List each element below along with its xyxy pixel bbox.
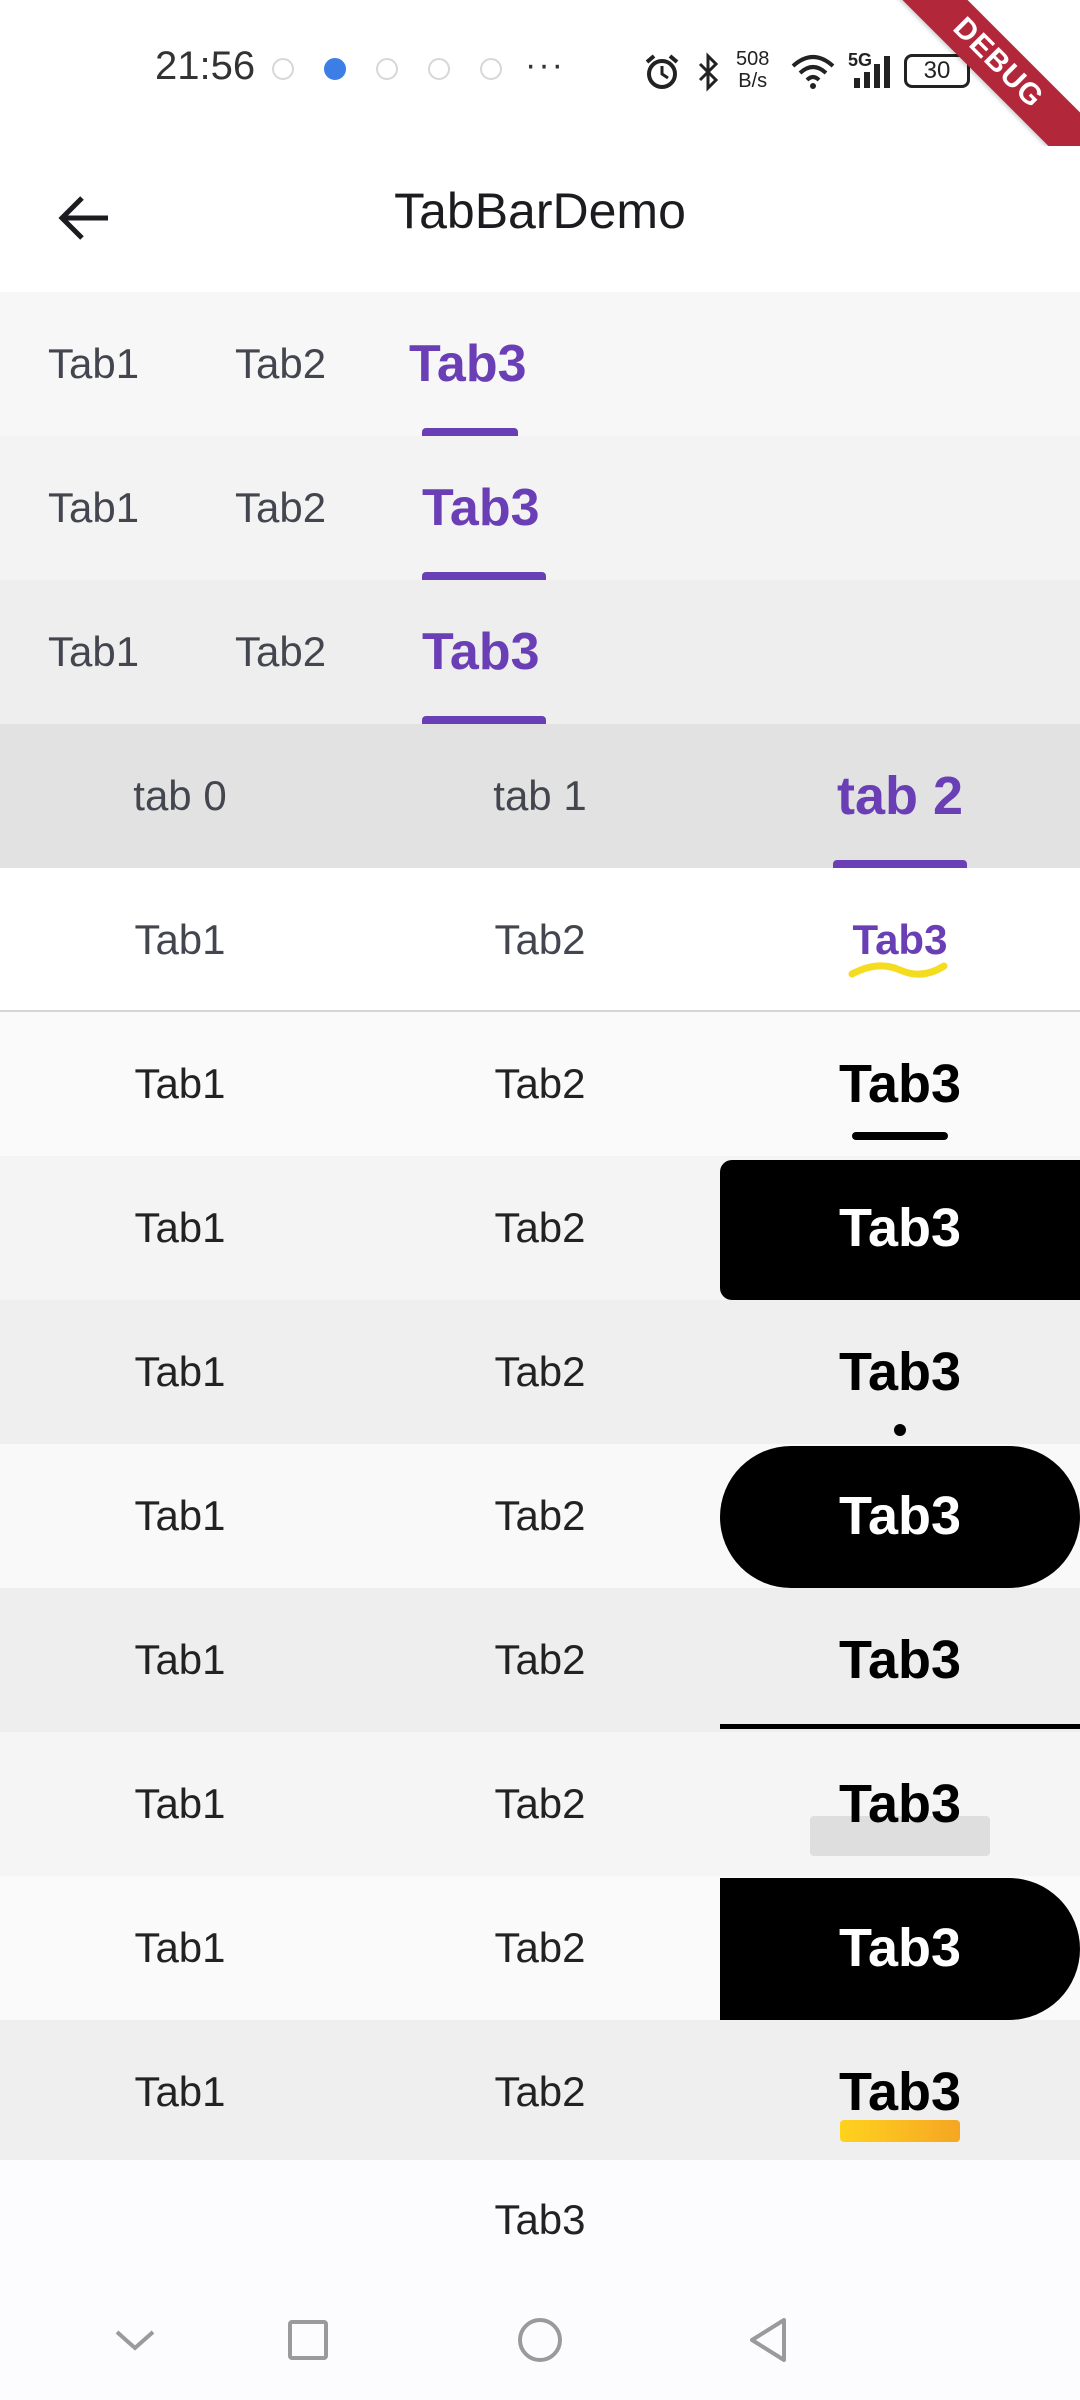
tab-item-selected[interactable]: Tab3 [720,1732,1080,1876]
net-speed: 508 B/s [736,48,769,92]
wifi-icon [791,55,835,89]
tab-item[interactable]: Tab2 [360,1300,720,1444]
tab-item-selected[interactable]: Tab3 [720,1588,1080,1732]
tab-bar-rect-indicator: Tab1 Tab2 Tab3 [0,1156,1080,1300]
tab-item[interactable]: Tab2 [360,1444,720,1588]
tab-item[interactable]: Tab1 [0,1300,360,1444]
circle-icon [518,2318,562,2362]
tab-item-selected[interactable]: Tab3 [720,868,1080,1010]
battery-indicator: 30 [904,54,970,88]
tab-item[interactable]: tab 1 [360,724,720,868]
chevron-down-icon [115,2330,155,2351]
tab-item[interactable]: Tab1 [0,868,360,1010]
gradient-indicator [840,2120,960,2142]
triangle-back-icon [750,2318,786,2362]
tab-item[interactable]: Tab2 [360,1876,720,2020]
tab-item[interactable]: Tab1 [48,580,139,724]
tab-item-selected[interactable]: Tab3 [422,580,540,724]
tab-item[interactable]: Tab2 [360,1588,720,1732]
tab-indicator [422,716,546,724]
tab-bar-fixed: tab 0 tab 1 tab 2 [0,724,1080,868]
nav-recents-button[interactable] [268,2300,348,2380]
notification-icon [376,58,398,80]
tab-item-selected[interactable]: Tab3 [720,1444,1080,1588]
tab-item-selected[interactable]: Tab3 [409,292,527,436]
tab-item[interactable]: Tab1 [48,292,139,436]
tab-indicator [720,1724,1080,1729]
tab-bar-label-indicator: Tab1 Tab2 Tab3 [0,292,1080,436]
net-speed-value: 508 [736,48,770,70]
tab-item[interactable]: Tab2 [235,436,326,580]
tab-item[interactable]: Tab1 [0,1156,360,1300]
app-bar: TabBarDemo [0,146,1080,292]
tab-bar-pill-indicator: Tab1 Tab2 Tab3 [0,1444,1080,1588]
tab-item-selected[interactable]: Tab3 [720,1156,1080,1300]
tab-item[interactable]: Tab1 [0,1012,360,1156]
tab-bar-list: Tab1 Tab2 Tab3 Tab1 Tab2 Tab3 Tab1 Tab2 … [0,292,1080,2164]
page-title: TabBarDemo [394,183,686,239]
bluetooth-icon [698,52,719,92]
tab-item-selected[interactable]: Tab3 [422,436,540,580]
tab-item-selected[interactable]: Tab3 [720,2020,1080,2164]
tab-item[interactable]: Tab2 [360,1156,720,1300]
nav-back-button[interactable] [728,2300,808,2380]
tab-bar-gradient-indicator: Tab1 Tab2 Tab3 [0,2020,1080,2164]
tab-bar-tab-indicator: Tab1 Tab2 Tab3 [0,436,1080,580]
notification-icon [428,58,450,80]
tab-item[interactable]: Tab2 [235,580,326,724]
dot-indicator [894,1424,906,1436]
status-bar: 21:56 ··· 508 B/s 5G 30 DEBUG [0,0,1080,186]
tab-item[interactable]: Tab2 [360,868,720,1010]
status-time: 21:56 [155,44,256,88]
tab-item[interactable]: Tab3 [0,2160,1080,2280]
tab-item[interactable]: Tab2 [360,1012,720,1156]
notification-icon [272,58,294,80]
tab-indicator [852,1132,948,1140]
tab-item[interactable]: Tab1 [0,1588,360,1732]
tab-item[interactable]: Tab2 [360,1732,720,1876]
tab-indicator [833,860,967,868]
tab-item[interactable]: tab 0 [0,724,360,868]
tab-bar-highlight-indicator: Tab1 Tab2 Tab3 [0,1732,1080,1876]
tab-item[interactable]: Tab2 [235,292,326,436]
tab-bar-scrollable: Tab1 Tab2 Tab3 [0,580,1080,724]
squiggle-indicator [848,962,948,978]
tab-item[interactable]: Tab2 [360,2020,720,2164]
nav-home-button[interactable] [500,2300,580,2380]
nav-down-button[interactable] [95,2300,175,2380]
net-speed-unit: B/s [738,70,768,92]
square-icon [288,2320,328,2360]
tab-indicator [422,428,518,436]
tab-item-selected[interactable]: Tab3 [720,1876,1080,2020]
tab-bar-dot-indicator: Tab1 Tab2 Tab3 [0,1300,1080,1444]
tab-indicator [422,572,546,580]
signal-icon [854,56,890,88]
tab-item[interactable]: Tab1 [0,2020,360,2164]
tab-bar-short-underline: Tab1 Tab2 Tab3 [0,1012,1080,1156]
tab-item[interactable]: Tab1 [0,1876,360,2020]
tab-item-selected[interactable]: Tab3 [720,1300,1080,1444]
messenger-icon [324,58,346,80]
system-nav-bar [0,2280,1080,2400]
tab-bar-tab-shape-indicator: Tab1 Tab2 Tab3 [0,1876,1080,2020]
tab-item[interactable]: Tab1 [0,1732,360,1876]
notification-icon [480,58,502,80]
tab-bar-full-underline: Tab1 Tab2 Tab3 [0,1588,1080,1732]
more-notifications-icon: ··· [525,46,565,84]
tab-item[interactable]: Tab1 [0,1444,360,1588]
alarm-icon [645,54,679,89]
tab-item-selected[interactable]: tab 2 [720,724,1080,868]
tab-item[interactable]: Tab1 [48,436,139,580]
tab-bar-squiggle: Tab1 Tab2 Tab3 [0,868,1080,1012]
